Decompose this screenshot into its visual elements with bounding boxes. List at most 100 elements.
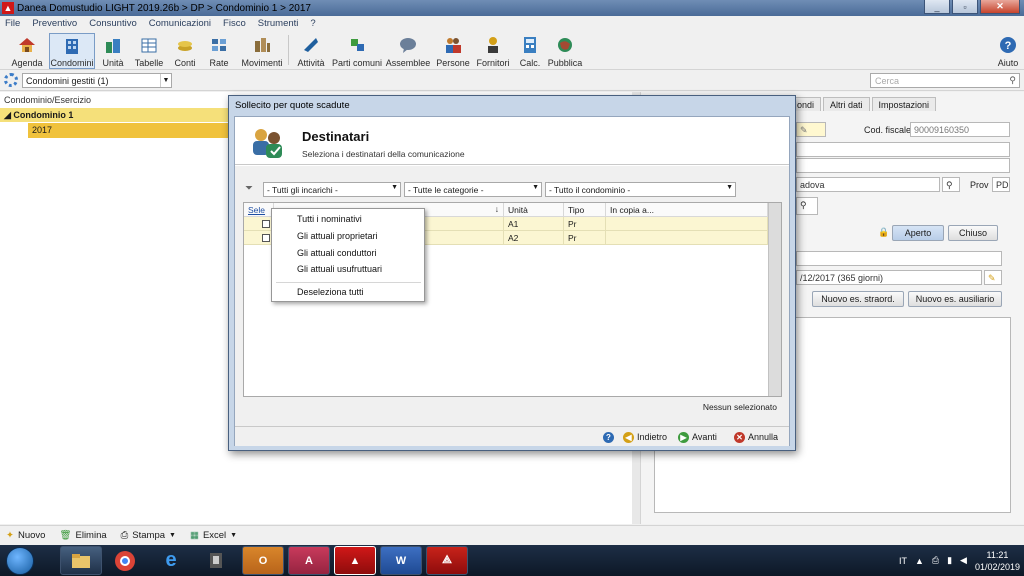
printer-tray-icon[interactable]: ⎙	[932, 555, 939, 566]
city-search-icon[interactable]: ⚲	[942, 177, 960, 192]
city-field[interactable]: adova	[796, 177, 940, 192]
table-row-unita-cell[interactable]: A1	[504, 217, 564, 231]
toolbar-attivita-button[interactable]: Attività	[294, 33, 328, 69]
cancel-button[interactable]: ✕ Annulla	[734, 430, 778, 444]
chiuso-button[interactable]: Chiuso	[948, 225, 998, 241]
toolbar-help-button[interactable]: ? Aiuto	[994, 33, 1022, 69]
menu-item-attuali-usufruttuari[interactable]: Gli attuali usufruttuari	[297, 264, 382, 274]
minimize-button[interactable]: _	[924, 0, 950, 14]
table-row-tipo-cell[interactable]: Pr	[564, 231, 606, 245]
tray-arrow-icon[interactable]: ▲	[915, 556, 924, 566]
tree-node-esercizio[interactable]: 2017	[28, 123, 230, 138]
edit-field-small[interactable]: ✎	[796, 122, 826, 137]
back-button[interactable]: ◀ Indietro	[623, 430, 667, 444]
toolbar-fornitori-button[interactable]: Fornitori	[476, 33, 510, 69]
ie-taskbar-icon[interactable]: e	[150, 546, 192, 575]
elimina-button[interactable]: 🗑 Elimina	[59, 530, 106, 541]
toolbar-rate-button[interactable]: Rate	[206, 33, 232, 69]
period-field[interactable]: /12/2017 (365 giorni)	[796, 270, 982, 285]
pdf-taskbar-icon[interactable]: ⟁	[426, 546, 468, 575]
categorie-filter[interactable]: - Tutte le categorie - ▼	[404, 182, 542, 197]
chrome-taskbar-icon[interactable]	[104, 546, 146, 575]
note-field[interactable]	[796, 251, 1002, 266]
start-button[interactable]	[6, 547, 34, 575]
menu-comunicazioni[interactable]: Comunicazioni	[149, 18, 211, 29]
menu-item-tutti-nominativi[interactable]: Tutti i nominativi	[297, 214, 362, 224]
condomini-combo[interactable]: Condomini gestiti (1) ▼	[22, 73, 172, 88]
toolbar-agenda-button[interactable]: Agenda	[6, 33, 48, 69]
clock[interactable]: 11:21 01/02/2019	[975, 549, 1020, 573]
toolbar-movimenti-button[interactable]: Movimenti	[241, 33, 283, 69]
pencil-icon[interactable]: ✎	[984, 270, 1002, 285]
toolbar-persone-button[interactable]: Persone	[436, 33, 470, 69]
volume-icon[interactable]: ◀	[960, 555, 967, 566]
copia-column-header[interactable]: In copia a...	[606, 203, 768, 217]
address-field-2[interactable]	[796, 158, 1010, 173]
menu-item-attuali-conduttori[interactable]: Gli attuali conduttori	[297, 248, 377, 258]
menu-preventivo[interactable]: Preventivo	[32, 18, 77, 29]
toolbar-unita-button[interactable]: Unità	[99, 33, 127, 69]
app-logo-icon: ▲	[2, 2, 14, 14]
printer-taskbar-icon[interactable]	[196, 546, 238, 575]
menu-file[interactable]: File	[5, 18, 20, 29]
printer-icon: ⎙	[120, 530, 129, 541]
network-icon[interactable]: ▮	[947, 555, 952, 566]
word-taskbar-icon[interactable]: W	[380, 546, 422, 575]
menu-consuntivo[interactable]: Consuntivo	[89, 18, 137, 29]
tree-node-condominio[interactable]: ◢ Condominio 1	[0, 108, 230, 122]
row-checkbox[interactable]	[262, 220, 270, 228]
table-row-unita-cell[interactable]: A2	[504, 231, 564, 245]
chevron-down-icon: ▼	[391, 184, 398, 191]
maximize-button[interactable]: ▫	[952, 0, 978, 14]
toolbar-conti-button[interactable]: Conti	[172, 33, 198, 69]
toolbar-tabelle-button[interactable]: Tabelle	[134, 33, 164, 69]
aperto-button[interactable]: Aperto	[892, 225, 944, 241]
prov-field[interactable]: PD	[992, 177, 1010, 192]
collapse-arrow-icon[interactable]: ◢	[4, 110, 13, 120]
nuovo-button[interactable]: ✦ Nuovo	[6, 530, 45, 541]
stampa-button[interactable]: ⎙ Stampa ▼	[121, 530, 176, 541]
tab-impostazioni[interactable]: Impostazioni	[871, 97, 937, 111]
menu-help[interactable]: ?	[310, 18, 315, 29]
menu-item-attuali-proprietari[interactable]: Gli attuali proprietari	[297, 231, 378, 241]
nuovo-es-straord-button[interactable]: Nuovo es. straord.	[812, 291, 904, 307]
select-column-header[interactable]: Sele	[244, 203, 274, 217]
domustudio-taskbar-icon[interactable]: ▲	[334, 546, 376, 575]
window-title: Danea Domustudio LIGHT 2019.26b > DP > C…	[17, 2, 311, 14]
row-checkbox[interactable]	[262, 234, 270, 242]
unita-column-header[interactable]: Unità	[504, 203, 564, 217]
toolbar-parti-comuni-button[interactable]: Parti comuni	[332, 33, 382, 69]
table-row-copia-cell[interactable]	[606, 231, 768, 245]
gear-icon[interactable]	[4, 73, 18, 87]
tab-altri-dati[interactable]: Altri dati	[823, 97, 870, 111]
nuovo-es-ausiliario-button[interactable]: Nuovo es. ausiliario	[908, 291, 1002, 307]
incarichi-filter[interactable]: - Tutti gli incarichi - ▼	[263, 182, 401, 197]
close-button[interactable]: ✕	[980, 0, 1020, 14]
explorer-taskbar-icon[interactable]	[60, 546, 102, 575]
tipo-column-header[interactable]: Tipo	[564, 203, 606, 217]
outlook-taskbar-icon[interactable]: O	[242, 546, 284, 575]
toolbar-pubblica-button[interactable]: Pubblica	[548, 33, 582, 69]
table-row-tipo-cell[interactable]: Pr	[564, 217, 606, 231]
search-button[interactable]: ⚲	[796, 197, 818, 215]
toolbar-assemblee-button[interactable]: Assemblee	[386, 33, 430, 69]
excel-button[interactable]: ▦ Excel ▼	[190, 530, 237, 541]
puzzle-icon	[347, 35, 367, 55]
pencil-icon: ✎	[800, 125, 808, 135]
table-row-copia-cell[interactable]	[606, 217, 768, 231]
menu-item-deseleziona-tutti[interactable]: Deseleziona tutti	[297, 287, 364, 297]
toolbar-condomini-button[interactable]: Condomini	[49, 33, 95, 69]
language-indicator[interactable]: IT	[899, 556, 907, 566]
cod-fiscale-field[interactable]: 90009160350	[910, 122, 1010, 137]
menu-fisco[interactable]: Fisco	[223, 18, 246, 29]
condominio-filter[interactable]: - Tutto il condominio - ▼	[545, 182, 736, 197]
help-button[interactable]: ?	[603, 430, 614, 444]
grid-scrollbar[interactable]	[768, 203, 781, 396]
toolbar-calc-button[interactable]: Calc.	[518, 33, 542, 69]
search-input[interactable]: Cerca ⚲	[870, 73, 1020, 88]
menu-strumenti[interactable]: Strumenti	[258, 18, 299, 29]
chevron-down-icon: ▼	[532, 184, 539, 191]
address-field[interactable]	[796, 142, 1010, 157]
next-button[interactable]: ▶ Avanti	[678, 430, 717, 444]
access-taskbar-icon[interactable]: A	[288, 546, 330, 575]
